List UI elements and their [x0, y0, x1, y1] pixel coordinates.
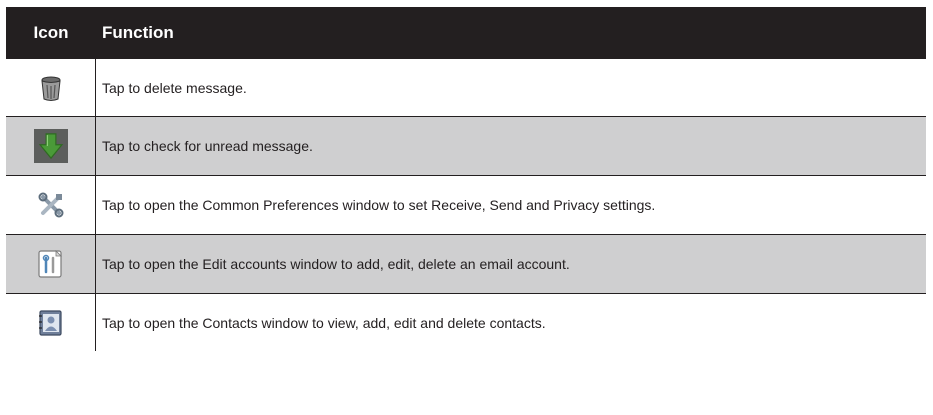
account-settings-icon	[37, 250, 62, 278]
function-text: Tap to open the Common Preferences windo…	[102, 197, 656, 213]
icon-cell	[6, 235, 96, 293]
tools-wrench-screwdriver-icon	[38, 192, 63, 218]
table-row: Tap to delete message.	[6, 59, 926, 117]
icon-cell	[6, 176, 96, 234]
function-text: Tap to open the Edit accounts window to …	[102, 256, 570, 272]
green-down-arrow-icon	[33, 129, 68, 163]
function-text: Tap to open the Contacts window to view,…	[102, 314, 546, 331]
icon-cell	[6, 117, 96, 175]
table-row: Tap to check for unread message.	[6, 117, 926, 176]
contacts-book-icon	[38, 309, 62, 336]
icon-function-table: Icon Function Tap to delete message. Tap…	[6, 7, 926, 351]
icon-cell	[6, 294, 96, 351]
table-row: Tap to open the Common Preferences windo…	[6, 176, 926, 235]
table-row: Tap to open the Edit accounts window to …	[6, 235, 926, 294]
icon-column-header: Icon	[33, 23, 69, 42]
table-row: Tap to open the Contacts window to view,…	[6, 294, 926, 351]
function-column-header: Function	[102, 23, 174, 42]
function-text: Tap to delete message.	[102, 79, 247, 96]
icon-cell	[6, 59, 96, 116]
function-text: Tap to check for unread message.	[102, 138, 313, 154]
trash-can-icon	[40, 76, 61, 101]
table-header: Icon Function	[6, 7, 926, 59]
